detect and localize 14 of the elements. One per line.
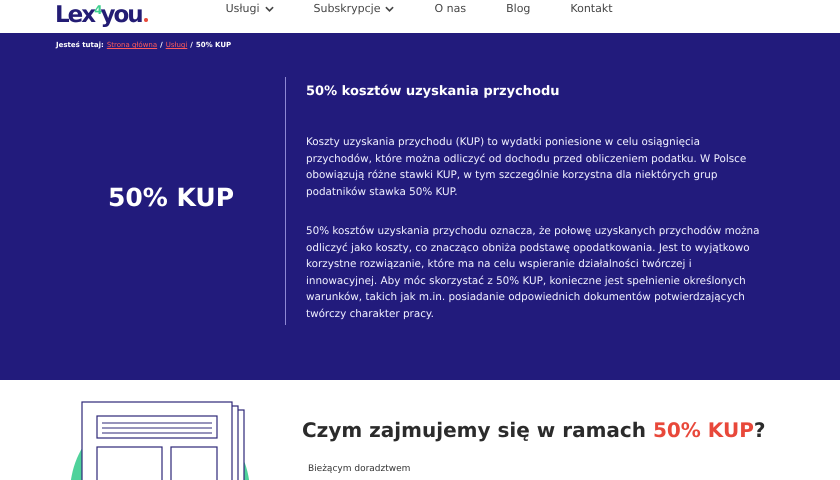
- lex4you-logo[interactable]: Lex$^{4}$you: [55, 1, 148, 29]
- section-subtitle: 50% kosztów uzyskania przychodu: [306, 84, 561, 99]
- nav-link[interactable]: Usługi: [226, 2, 274, 15]
- page-title: 50% KUP: [108, 182, 234, 214]
- paragraph: 50% kosztów uzyskania przychodu oznacza, że połowę uzyskanych przychodów można odliczyć jako koszty, co znacząco obniża podstawę opodatkowania. Jest to wyjątkowo korzystne rozwiązanie, które ma na celu wspieranie działalności twórczej i innowacyjnej. Aby móc skorzystać z 50% KUP, konieczne jest spełnienie określonych warunków, takich jak m.in. posiadanie odpowiednich dokumentów potwierdzających twórczy charakter pracy.: [306, 224, 760, 322]
- nav-link[interactable]: Subskrypcje: [314, 2, 394, 15]
- paragraph: Koszty uzyskania przychodu (KUP) to wydatki poniesione w celu osiągnięcia przychodów, które można odliczyć od dochodu przed obliczeniem podatku. W Polsce obowiązują różne stawki KUP, w tym szczególnie korzystna dla niektórych grup podatników stawka 50% KUP.: [306, 135, 748, 200]
- service-item: Bieżącym doradztwem: [308, 464, 412, 474]
- chevron-down-icon: [385, 6, 394, 12]
- chevron-down-icon: [264, 6, 274, 12]
- nav-link[interactable]: Blog: [506, 2, 530, 15]
- nav-link[interactable]: Kontakt: [570, 2, 613, 15]
- nav-link[interactable]: O nas: [434, 2, 466, 15]
- section-heading: Czym zajmujemy się w ramach 50% KUP?: [302, 418, 766, 442]
